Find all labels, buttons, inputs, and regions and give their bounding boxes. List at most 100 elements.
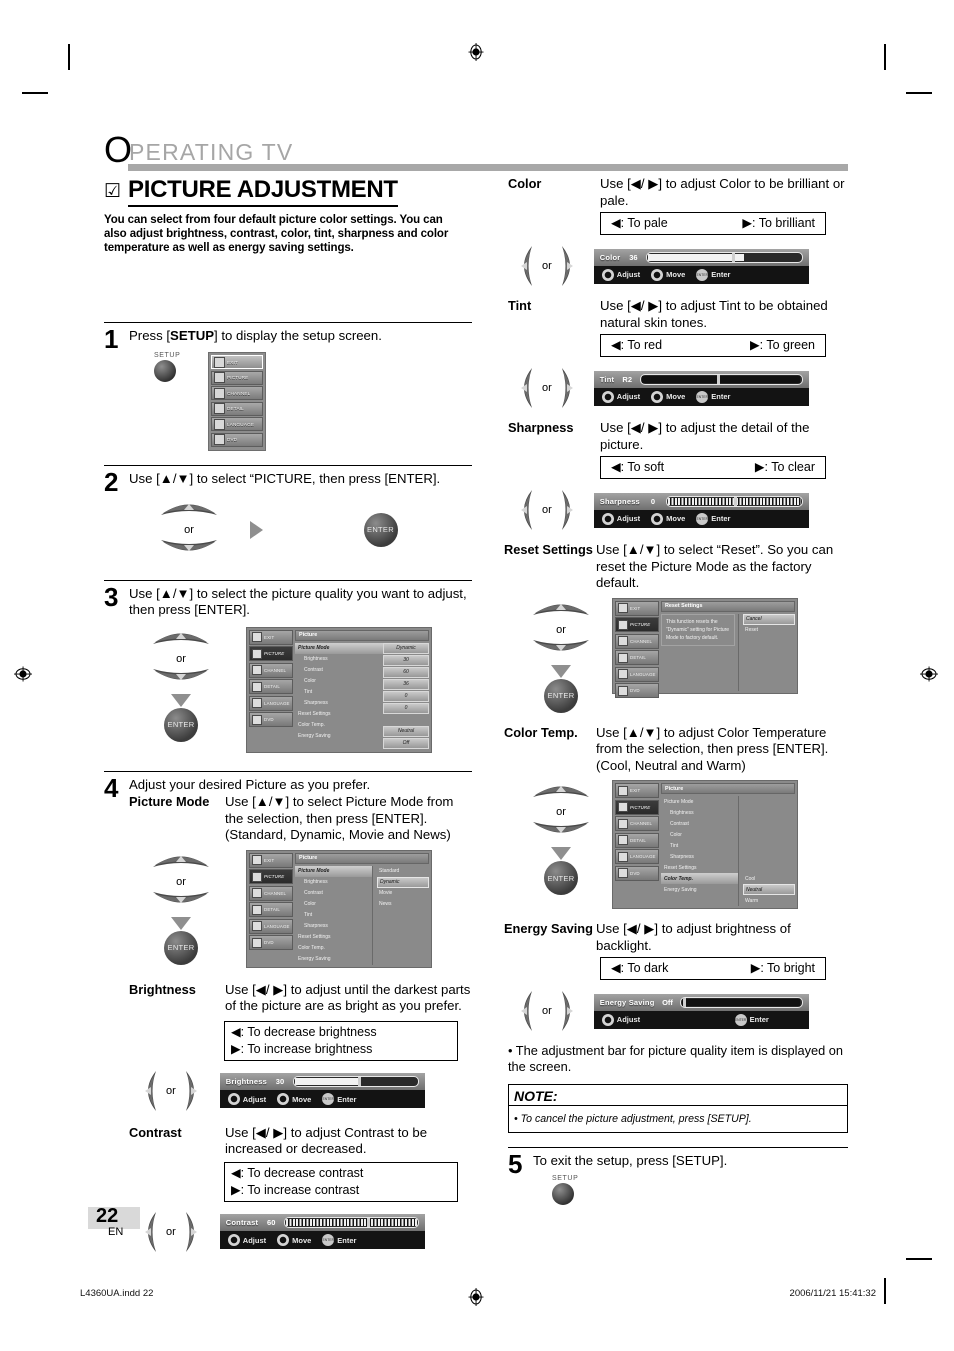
osd-menu-row[interactable]: Contrast <box>295 888 372 899</box>
down-key-icon[interactable] <box>150 889 212 909</box>
up-key-icon[interactable] <box>158 498 220 518</box>
osd-menu-row[interactable]: Tint <box>661 840 738 851</box>
osd-option[interactable]: Neutral <box>743 884 795 895</box>
left-key-icon[interactable] <box>138 1210 161 1254</box>
osd-menu-row[interactable]: Tint <box>295 687 383 698</box>
right-key-icon[interactable] <box>181 1069 204 1113</box>
osd-option[interactable]: News <box>377 899 429 910</box>
enter-key-icon[interactable]: ENTER <box>164 930 198 965</box>
osd-rail-item[interactable]: DVD <box>615 865 659 881</box>
osd-option[interactable]: Warm <box>743 895 795 906</box>
osd-menu-row[interactable]: Color <box>295 676 383 687</box>
osd-menu-row[interactable]: Tint <box>295 910 372 921</box>
left-right-key-pair-tint[interactable]: or <box>514 366 580 410</box>
osd-rail-item[interactable]: EXIT <box>615 783 659 798</box>
down-key-icon[interactable] <box>158 537 220 557</box>
sharpness-bar-track[interactable] <box>665 495 803 507</box>
osd-rail-item[interactable]: CHANNEL <box>615 816 659 831</box>
enter-key-icon[interactable]: ENTER <box>544 861 578 895</box>
osd-menu-row[interactable]: Reset Settings <box>295 709 383 720</box>
osd-rail-item[interactable]: LANGUAGE <box>615 849 659 864</box>
osd-rail-item[interactable]: PICTURE <box>615 799 659 815</box>
osd-menu-row[interactable]: Contrast <box>295 665 383 676</box>
setup-menu-item[interactable]: CHANNEL <box>211 386 263 401</box>
osd-menu-row[interactable]: Picture Mode <box>295 642 383 654</box>
osd-option[interactable]: Cancel <box>743 613 795 625</box>
osd-menu-row[interactable]: Brightness <box>661 807 738 818</box>
osd-menu-row[interactable]: Sharpness <box>295 921 372 932</box>
left-right-key-pair-energy[interactable]: or <box>514 989 580 1033</box>
down-key-icon[interactable] <box>150 666 212 686</box>
tint-bar-track[interactable] <box>640 373 803 385</box>
up-down-enter-key-group-colortemp[interactable]: or ENTER <box>526 780 596 895</box>
right-key-icon[interactable] <box>557 366 580 410</box>
left-key-icon[interactable] <box>138 1069 161 1113</box>
left-right-key-pair-contrast[interactable]: or <box>138 1210 204 1254</box>
osd-rail-item[interactable]: EXIT <box>615 600 659 616</box>
up-down-enter-key-group-4[interactable]: or ENTER <box>146 850 216 965</box>
setup-menu-item[interactable]: EXIT <box>211 355 263 370</box>
osd-menu-row[interactable]: Picture Mode <box>661 796 738 807</box>
osd-rail-item[interactable]: CHANNEL <box>615 633 659 649</box>
setup-button-dot[interactable] <box>552 1183 574 1206</box>
osd-rail-item[interactable]: DVD <box>615 683 659 698</box>
osd-rail-item[interactable]: DVD <box>249 712 293 728</box>
osd-rail-item[interactable]: EXIT <box>249 852 293 868</box>
left-key-icon[interactable] <box>514 366 537 410</box>
osd-rail-item[interactable]: DETAIL <box>615 650 659 665</box>
left-key-icon[interactable] <box>514 989 537 1033</box>
osd-menu-row[interactable]: Color Temp. <box>295 720 383 731</box>
osd-menu-row[interactable]: Energy Saving <box>295 731 383 742</box>
setup-menu-item[interactable]: LANGUAGE <box>211 417 263 432</box>
osd-rail-item[interactable]: PICTURE <box>249 646 293 662</box>
left-right-key-pair-brightness[interactable]: or <box>138 1069 204 1113</box>
setup-button-dot[interactable] <box>154 360 176 383</box>
osd-rail-item[interactable]: LANGUAGE <box>249 918 293 934</box>
left-right-key-pair-sharpness[interactable]: or <box>514 488 580 532</box>
left-right-key-pair-color[interactable]: or <box>514 244 580 288</box>
energy-bar-track[interactable] <box>680 996 803 1008</box>
osd-menu-row[interactable]: Sharpness <box>295 698 383 709</box>
osd-rail-item[interactable]: EXIT <box>249 629 293 645</box>
osd-menu-row[interactable]: Reset Settings <box>661 862 738 873</box>
down-key-icon[interactable] <box>530 819 592 839</box>
up-down-enter-key-group-3[interactable]: or ENTER <box>146 627 216 742</box>
osd-option[interactable]: Dynamic <box>377 876 429 888</box>
osd-rail-item[interactable]: CHANNEL <box>249 662 293 678</box>
osd-rail-item[interactable]: PICTURE <box>615 617 659 632</box>
osd-menu-row[interactable]: Color <box>295 899 372 910</box>
osd-menu-row[interactable]: Brightness <box>295 877 372 888</box>
down-key-icon[interactable] <box>530 637 592 657</box>
osd-rail-item[interactable]: CHANNEL <box>249 885 293 901</box>
osd-menu-row[interactable]: Sharpness <box>661 851 738 862</box>
osd-rail-item[interactable]: DETAIL <box>249 679 293 695</box>
osd-option[interactable]: Reset <box>743 625 795 636</box>
right-key-icon[interactable] <box>557 244 580 288</box>
right-key-icon[interactable] <box>557 989 580 1033</box>
contrast-bar-track[interactable] <box>284 1217 419 1229</box>
up-key-icon[interactable] <box>150 627 212 647</box>
brightness-bar-track[interactable] <box>292 1076 419 1088</box>
osd-menu-row[interactable]: Brightness <box>295 654 383 665</box>
osd-menu-row[interactable]: Energy Saving <box>661 884 738 895</box>
right-key-icon[interactable] <box>181 1210 204 1254</box>
up-key-icon[interactable] <box>530 780 592 800</box>
osd-menu-row[interactable]: Color <box>661 829 738 840</box>
setup-menu-item[interactable]: DVD <box>211 432 263 447</box>
enter-key-icon[interactable]: ENTER <box>363 512 398 547</box>
left-key-icon[interactable] <box>514 244 537 288</box>
osd-menu-row[interactable]: Contrast <box>661 818 738 829</box>
left-key-icon[interactable] <box>514 488 537 532</box>
osd-menu-row[interactable]: Energy Saving <box>295 954 372 965</box>
osd-rail-item[interactable]: DETAIL <box>615 832 659 848</box>
osd-menu-row[interactable]: Picture Mode <box>295 865 372 877</box>
setup-menu-item[interactable]: PICTURE <box>211 370 263 385</box>
up-down-key-pair[interactable]: or <box>154 498 224 562</box>
up-key-icon[interactable] <box>530 598 592 618</box>
right-key-icon[interactable] <box>557 488 580 532</box>
osd-menu-row[interactable]: Color Temp. <box>295 943 372 954</box>
up-down-enter-key-group-reset[interactable]: or ENTER <box>526 598 596 713</box>
color-bar-track[interactable] <box>646 251 803 263</box>
osd-option[interactable]: Cool <box>743 873 795 884</box>
osd-rail-item[interactable]: DETAIL <box>249 902 293 918</box>
